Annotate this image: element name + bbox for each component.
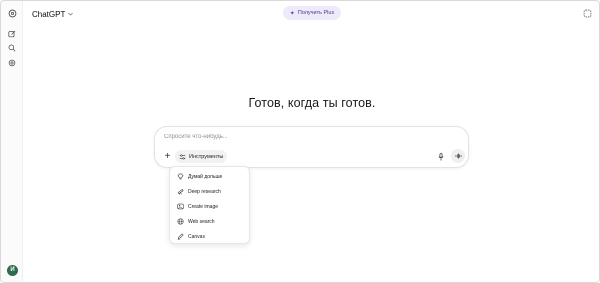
sliders-icon bbox=[179, 154, 186, 160]
page-title: Готов, когда ты готов. bbox=[248, 96, 376, 110]
menu-item-label: Create image bbox=[188, 203, 219, 210]
menu-item-create-image[interactable]: Create image bbox=[172, 200, 249, 213]
menu-item-deep-research[interactable]: Deep research bbox=[172, 185, 249, 198]
avatar[interactable]: И bbox=[7, 265, 18, 276]
chevron-down-icon bbox=[68, 12, 74, 16]
menu-item-label: Deep research bbox=[188, 188, 221, 195]
image-icon bbox=[177, 203, 184, 210]
menu-item-think-longer[interactable]: Думай дольше bbox=[172, 170, 249, 183]
app-window: И ChatGPT ✦ Получить Plus Готов, когда т… bbox=[0, 0, 600, 283]
composer: + Инструменты bbox=[154, 126, 469, 168]
pen-icon bbox=[177, 233, 184, 240]
menu-item-label: Web search bbox=[188, 218, 215, 225]
sidebar-toggle-icon[interactable] bbox=[6, 7, 18, 19]
sparkle-icon: ✦ bbox=[289, 10, 295, 17]
upgrade-button[interactable]: ✦ Получить Plus bbox=[283, 6, 341, 20]
lightbulb-icon bbox=[177, 173, 184, 180]
prompt-input[interactable] bbox=[164, 132, 454, 142]
voice-mode-button[interactable] bbox=[451, 149, 465, 163]
temporary-chat-icon[interactable] bbox=[582, 8, 593, 19]
waveform-icon bbox=[455, 153, 462, 159]
tools-label: Инструменты bbox=[189, 153, 224, 160]
telescope-icon bbox=[177, 188, 184, 195]
upgrade-label: Получить Plus bbox=[297, 10, 335, 16]
tools-button[interactable]: Инструменты bbox=[175, 150, 227, 163]
search-icon[interactable] bbox=[6, 42, 18, 54]
menu-item-web-search[interactable]: Web search bbox=[172, 215, 249, 228]
new-chat-icon[interactable] bbox=[6, 28, 18, 40]
model-switcher[interactable]: ChatGPT bbox=[32, 8, 74, 20]
model-name: ChatGPT bbox=[32, 9, 66, 19]
gpts-icon[interactable] bbox=[6, 57, 18, 69]
menu-item-canvas[interactable]: Canvas bbox=[172, 230, 249, 243]
tools-menu: Думай дольше Deep research Create image … bbox=[169, 166, 250, 244]
menu-item-label: Canvas bbox=[188, 233, 205, 240]
menu-item-label: Думай дольше bbox=[188, 173, 223, 180]
globe-icon bbox=[177, 218, 184, 225]
microphone-icon[interactable] bbox=[436, 151, 446, 162]
plus-icon[interactable]: + bbox=[162, 151, 173, 162]
sidebar-rail: И bbox=[1, 1, 23, 282]
